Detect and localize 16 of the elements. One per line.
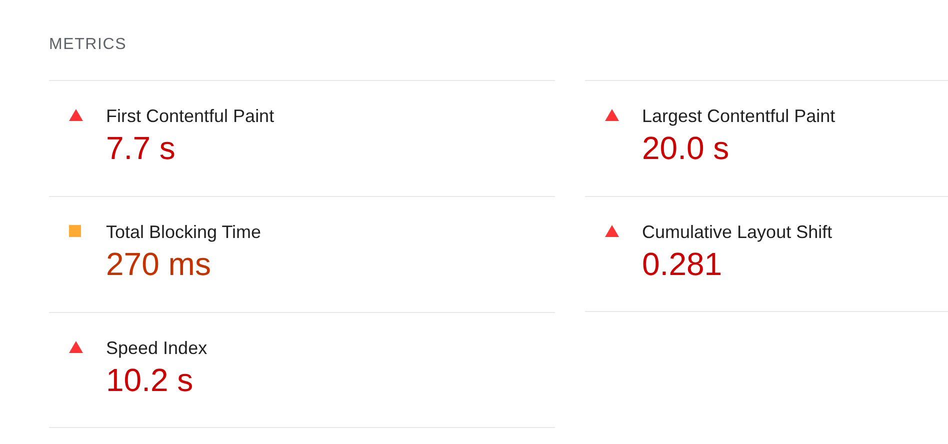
metric-value: 20.0 s bbox=[642, 130, 730, 166]
warning-triangle-icon bbox=[605, 225, 619, 237]
section-title: METRICS bbox=[49, 35, 127, 55]
metric-value: 270 ms bbox=[106, 246, 212, 282]
square-icon bbox=[69, 225, 81, 237]
metric-label: Cumulative Layout Shift bbox=[642, 221, 832, 243]
metric-value: 0.281 bbox=[642, 246, 724, 282]
warning-triangle-icon bbox=[69, 109, 83, 121]
metric-value: 10.2 s bbox=[106, 362, 194, 398]
warning-triangle-icon bbox=[69, 341, 83, 353]
warning-triangle-icon bbox=[605, 109, 619, 121]
metric-value: 7.7 s bbox=[106, 130, 176, 166]
metric-label: Speed Index bbox=[106, 337, 208, 359]
metric-label: Largest Contentful Paint bbox=[642, 105, 836, 127]
metric-label: Total Blocking Time bbox=[106, 221, 262, 243]
metric-label: First Contentful Paint bbox=[106, 105, 274, 127]
